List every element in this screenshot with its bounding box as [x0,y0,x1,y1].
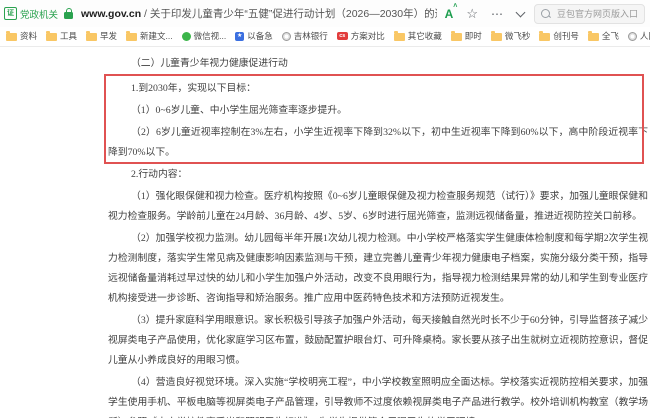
bookmark-item[interactable]: 资料 [6,30,37,42]
folder-icon [539,33,550,41]
more-menu-icon[interactable]: ⋯ [491,7,504,21]
url-page-title: / 关于印发儿童青少年“五健”促进行动计划（2026—2030年）的通知_国务院… [141,8,437,20]
site-verification-badge[interactable]: 证 党政机关 [4,7,58,21]
bookmark-item[interactable]: 工具 [46,30,77,42]
bookmark-item[interactable]: 微飞秒 [491,30,531,42]
bookmarks-bar: 资料 工具 早发 新建文... 微信视... ★以备急 吉林银行 cs方案对比 … [0,27,650,47]
red-app-icon: cs [337,32,348,40]
verified-certificate-icon: 证 [4,7,17,20]
folder-icon [451,33,462,41]
url-host: www.gov.cn [81,8,141,20]
folder-icon [6,33,17,41]
bookmark-item[interactable]: 吉林银行 [282,30,328,42]
bookmark-item[interactable]: 新建文... [126,30,173,42]
paragraph-goal-intro: 1.到2030年，实现以下目标： [108,79,648,99]
globe-icon [628,32,637,41]
folder-icon [588,33,599,41]
bookmark-item[interactable]: 全飞 [588,30,619,42]
url-text[interactable]: www.gov.cn / 关于印发儿童青少年“五健”促进行动计划（2026—20… [81,6,437,21]
green-app-icon [182,32,191,41]
bookmark-item[interactable]: ★以备急 [235,30,273,42]
globe-icon [282,32,291,41]
browser-window: 证 党政机关 www.gov.cn / 关于印发儿童青少年“五健”促进行动计划（… [0,0,650,418]
translate-icon[interactable]: A [445,7,454,21]
bookmark-item[interactable]: cs方案对比 [337,30,385,42]
browser-search-box[interactable] [534,4,645,24]
folder-icon [394,33,405,41]
bookmark-item[interactable]: 其它收藏 [394,30,442,42]
address-bar: 证 党政机关 www.gov.cn / 关于印发儿童青少年“五健”促进行动计划（… [0,0,650,27]
paragraph-action-4: （4）营造良好视觉环境。深入实施“学校明亮工程”，中小学校教室照明应全面达标。学… [108,373,648,418]
paragraph-action-3: （3）提升家庭科学用眼意识。家长积极引导孩子加强户外活动，每天接触自然光时长不少… [108,311,648,371]
bookmark-item[interactable]: 创刊号 [539,30,579,42]
bookmark-item[interactable]: 人民日报 [628,30,650,42]
blue-app-icon: ★ [235,32,244,41]
bookmark-item[interactable]: 即时 [451,30,482,42]
folder-icon [126,33,137,41]
search-icon [541,9,550,18]
paragraph-goal-1: （1）0~6岁儿童、中小学生屈光筛查率逐步提升。 [108,101,648,121]
paragraph-action-2: （2）加强学校视力监测。幼儿园每半年开展1次幼儿视力检测。中小学校严格落实学生健… [108,229,648,309]
section-heading: （二）儿童青少年视力健康促进行动 [108,54,648,74]
lock-icon[interactable] [64,12,73,19]
folder-icon [491,33,502,41]
paragraph-action-intro: 2.行动内容： [108,165,648,185]
page-content: （二）儿童青少年视力健康促进行动 1.到2030年，实现以下目标： （1）0~6… [0,47,650,418]
paragraph-action-1: （1）强化眼保健和视力检查。医疗机构按照《0~6岁儿童眼保健及视力检查服务规范（… [108,187,648,227]
bookmark-item[interactable]: 早发 [86,30,117,42]
search-input[interactable] [555,8,639,20]
bookmark-item[interactable]: 微信视... [182,30,227,42]
paragraph-goal-2: （2）6岁儿童近视率控制在3%左右，小学生近视率下降到32%以下，初中生近视率下… [108,123,648,163]
folder-icon [86,33,97,41]
site-verification-label: 党政机关 [20,7,58,21]
bookmark-star-icon[interactable]: ☆ [466,6,478,22]
chevron-down-icon[interactable] [516,7,526,17]
folder-icon [46,33,57,41]
